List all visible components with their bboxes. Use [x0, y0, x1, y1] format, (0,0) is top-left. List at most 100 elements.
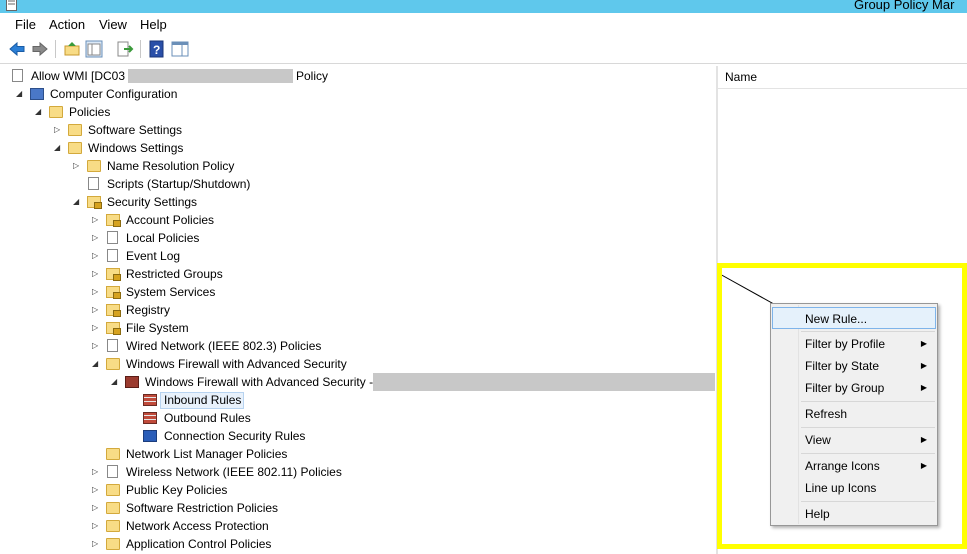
- folder-icon: [106, 520, 120, 532]
- tree-node-name-resolution-policy[interactable]: ▷ Name Resolution Policy: [0, 157, 716, 175]
- connection-security-icon: [143, 430, 157, 442]
- menu-separator: [801, 453, 935, 454]
- expand-icon[interactable]: ▷: [92, 517, 100, 535]
- show-hide-tree-icon[interactable]: [85, 40, 103, 58]
- collapse-icon[interactable]: ◢: [54, 139, 62, 157]
- tree-node-system-services[interactable]: ▷ System Services: [0, 283, 716, 301]
- tree-node-label: Windows Settings: [88, 141, 184, 155]
- menu-item-filter-by-profile[interactable]: Filter by Profile ▶: [772, 333, 936, 355]
- tree-node-security-settings[interactable]: ◢ Security Settings: [0, 193, 716, 211]
- tree-node-scripts[interactable]: Scripts (Startup/Shutdown): [0, 175, 716, 193]
- tree-node-public-key-policies[interactable]: ▷ Public Key Policies: [0, 481, 716, 499]
- menu-item-filter-by-group[interactable]: Filter by Group ▶: [772, 377, 936, 399]
- menu-file[interactable]: File: [15, 17, 36, 32]
- expand-icon[interactable]: ▷: [92, 337, 100, 355]
- tree-node-network-access-protection[interactable]: ▷ Network Access Protection: [0, 517, 716, 535]
- expand-icon[interactable]: ▷: [54, 121, 62, 139]
- menu-item-label: Line up Icons: [805, 481, 877, 495]
- redacted-region: [128, 69, 293, 83]
- tree-node-label: Restricted Groups: [126, 267, 223, 281]
- expand-icon[interactable]: ▷: [92, 265, 100, 283]
- tree-node-account-policies[interactable]: ▷ Account Policies: [0, 211, 716, 229]
- expand-icon[interactable]: ▷: [92, 247, 100, 265]
- tree-node-policies[interactable]: ◢ Policies: [0, 103, 716, 121]
- tree-node-label: Network List Manager Policies: [126, 447, 288, 461]
- tree-node-connection-security-rules[interactable]: Connection Security Rules: [0, 427, 716, 445]
- tree-node-registry[interactable]: ▷ Registry: [0, 301, 716, 319]
- menu-item-new-rule[interactable]: New Rule...: [772, 307, 936, 329]
- console-tree: Allow WMI [DC03 Policy ◢ Computer Config…: [0, 66, 716, 554]
- back-arrow-icon[interactable]: [8, 40, 26, 58]
- expand-icon[interactable]: ▷: [92, 499, 100, 517]
- tree-node-wfas[interactable]: ◢ Windows Firewall with Advanced Securit…: [0, 355, 716, 373]
- expand-icon[interactable]: ▷: [92, 319, 100, 337]
- menu-item-arrange-icons[interactable]: Arrange Icons ▶: [772, 455, 936, 477]
- folder-icon: [68, 142, 82, 154]
- up-folder-icon[interactable]: [63, 40, 81, 58]
- tree-node-label: Account Policies: [126, 213, 215, 227]
- menu-item-help[interactable]: Help: [772, 503, 936, 525]
- collapse-icon[interactable]: ◢: [111, 373, 119, 391]
- forward-arrow-icon[interactable]: [31, 40, 49, 58]
- expand-icon[interactable]: ▷: [92, 211, 100, 229]
- show-hide-action-pane-icon[interactable]: [171, 40, 189, 58]
- expand-icon[interactable]: ▷: [92, 463, 100, 481]
- collapse-icon[interactable]: ◢: [35, 103, 43, 121]
- tree-node-application-control[interactable]: ▷ Application Control Policies: [0, 535, 716, 553]
- tree-node-event-log[interactable]: ▷ Event Log: [0, 247, 716, 265]
- menu-item-label: Help: [805, 507, 830, 521]
- menu-item-label: Filter by State: [805, 359, 880, 373]
- tree-node-software-restriction[interactable]: ▷ Software Restriction Policies: [0, 499, 716, 517]
- expand-icon[interactable]: ▷: [92, 481, 100, 499]
- menu-item-filter-by-state[interactable]: Filter by State ▶: [772, 355, 936, 377]
- tree-node-wireless-network[interactable]: ▷ Wireless Network (IEEE 802.11) Policie…: [0, 463, 716, 481]
- expand-icon[interactable]: ▷: [92, 535, 100, 553]
- tree-node-windows-settings[interactable]: ◢ Windows Settings: [0, 139, 716, 157]
- tree-node-label: Name Resolution Policy: [107, 159, 235, 173]
- folder-icon: [49, 106, 63, 118]
- tree-node-restricted-groups[interactable]: ▷ Restricted Groups: [0, 265, 716, 283]
- tree-node-root[interactable]: Allow WMI [DC03 Policy: [0, 67, 716, 85]
- tree-node-computer-configuration[interactable]: ◢ Computer Configuration: [0, 85, 716, 103]
- menu-separator: [801, 501, 935, 502]
- menu-help[interactable]: Help: [140, 17, 167, 32]
- tree-node-local-policies[interactable]: ▷ Local Policies: [0, 229, 716, 247]
- firewall-icon: [125, 376, 139, 388]
- collapse-icon[interactable]: ◢: [16, 85, 24, 103]
- tree-node-network-list-manager[interactable]: Network List Manager Policies: [0, 445, 716, 463]
- menu-view[interactable]: View: [99, 17, 127, 32]
- tree-node-wired-network[interactable]: ▷ Wired Network (IEEE 802.3) Policies: [0, 337, 716, 355]
- expand-icon[interactable]: ▷: [92, 229, 100, 247]
- expand-icon[interactable]: ▷: [92, 301, 100, 319]
- collapse-icon[interactable]: ◢: [92, 355, 100, 373]
- menu-separator: [801, 331, 935, 332]
- tree-node-inbound-rules[interactable]: Inbound Rules: [0, 391, 716, 409]
- collapse-icon[interactable]: ◢: [73, 193, 81, 211]
- tree-node-file-system[interactable]: ▷ File System: [0, 319, 716, 337]
- export-list-icon[interactable]: [116, 40, 134, 58]
- expand-icon[interactable]: ▷: [92, 283, 100, 301]
- folder-icon: [106, 502, 120, 514]
- toolbar-separator: [55, 40, 56, 58]
- toolbar-separator: [140, 40, 141, 58]
- menu-item-line-up-icons[interactable]: Line up Icons: [772, 477, 936, 499]
- context-menu: New Rule... Filter by Profile ▶ Filter b…: [770, 303, 938, 526]
- folder-icon: [106, 448, 120, 460]
- menu-item-refresh[interactable]: Refresh: [772, 403, 936, 425]
- expand-icon[interactable]: ▷: [73, 157, 81, 175]
- tree-node-software-settings[interactable]: ▷ Software Settings: [0, 121, 716, 139]
- security-folder-icon: [87, 196, 102, 209]
- help-icon[interactable]: ?: [148, 40, 166, 58]
- folder-icon: [106, 484, 120, 496]
- details-column-header[interactable]: Name: [718, 66, 967, 89]
- computer-icon: [30, 88, 44, 100]
- menu-item-view[interactable]: View ▶: [772, 429, 936, 451]
- security-folder-icon: [106, 214, 121, 227]
- menu-item-label: Refresh: [805, 407, 848, 421]
- tree-node-outbound-rules[interactable]: Outbound Rules: [0, 409, 716, 427]
- menu-action[interactable]: Action: [49, 17, 85, 32]
- tree-node-wfas-node[interactable]: ◢ Windows Firewall with Advanced Securit…: [0, 373, 716, 391]
- tree-node-label: File System: [126, 321, 189, 335]
- svg-text:?: ?: [153, 43, 160, 57]
- tree-node-label: Windows Firewall with Advanced Security: [126, 357, 347, 371]
